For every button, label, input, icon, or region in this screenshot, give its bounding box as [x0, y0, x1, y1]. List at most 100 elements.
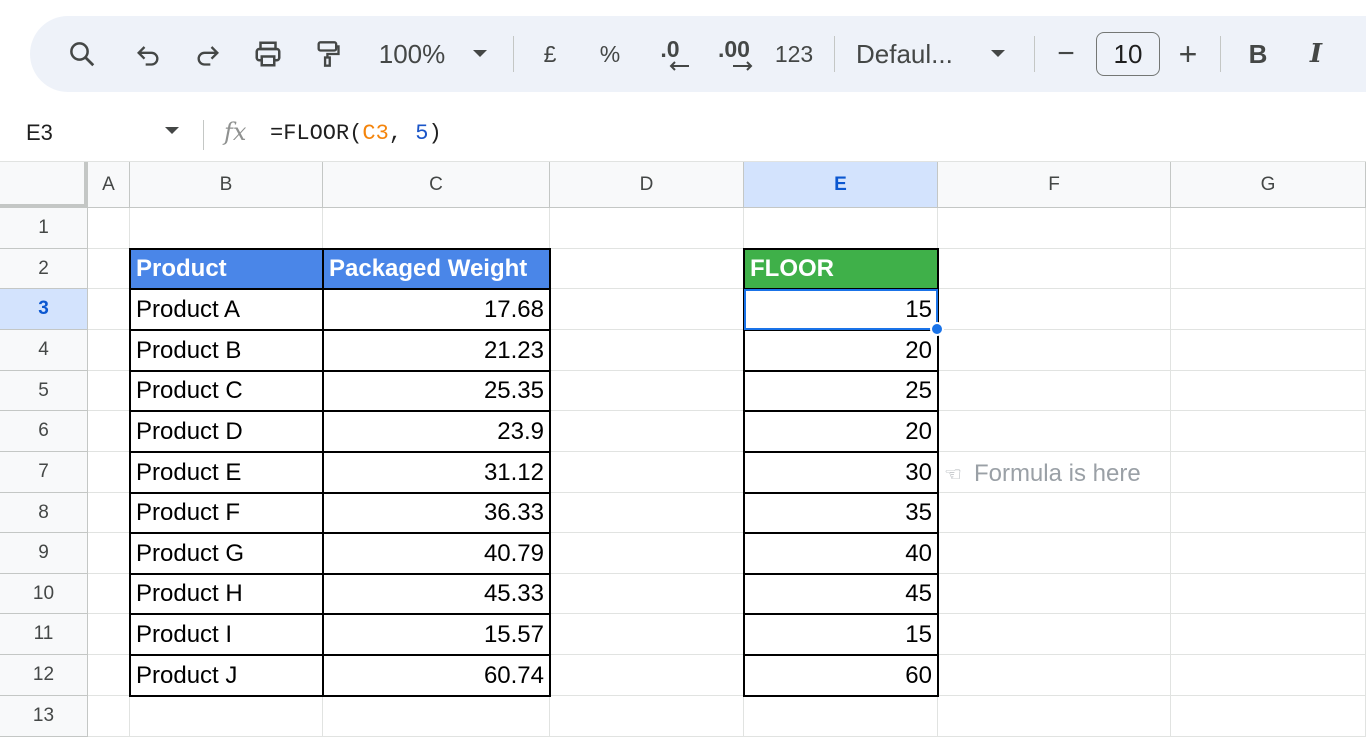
zoom-select[interactable]: 100% — [370, 16, 454, 92]
cell-e5[interactable]: 25 — [744, 371, 938, 411]
product-table-border-h — [129, 613, 551, 615]
toolbar-divider — [1220, 36, 1221, 72]
row-header-2[interactable]: 2 — [0, 249, 88, 289]
percent-format-button[interactable]: % — [590, 16, 630, 92]
cell-e9[interactable]: 40 — [744, 533, 938, 574]
floor-table-border-h — [743, 492, 939, 494]
row-header-7[interactable]: 7 — [0, 452, 88, 493]
select-all-corner[interactable] — [0, 162, 88, 208]
zoom-dropdown[interactable] — [466, 16, 494, 92]
search-menus-button[interactable] — [60, 16, 104, 92]
undo-button[interactable] — [126, 16, 170, 92]
currency-format-button[interactable]: £ — [530, 16, 570, 92]
cell-b7[interactable]: Product E — [130, 452, 323, 493]
italic-button[interactable]: I — [1294, 16, 1338, 92]
cell-e2-header[interactable]: FLOOR — [744, 249, 938, 289]
floor-table-border-h — [743, 451, 939, 453]
italic-icon: I — [1309, 39, 1323, 69]
row-header-4[interactable]: 4 — [0, 330, 88, 371]
column-header-d[interactable]: D — [550, 162, 744, 208]
font-size-input[interactable]: 10 — [1096, 32, 1160, 76]
formula-input[interactable]: =FLOOR(C3, 5) — [270, 121, 442, 146]
floor-table-border-h — [743, 410, 939, 412]
cell-b6[interactable]: Product D — [130, 411, 323, 452]
fill-handle[interactable] — [930, 322, 944, 336]
font-dropdown[interactable] — [984, 16, 1012, 92]
row-header-13[interactable]: 13 — [0, 696, 88, 737]
cell-b9[interactable]: Product G — [130, 533, 323, 574]
column-header-g[interactable]: G — [1171, 162, 1366, 208]
cell-e11[interactable]: 15 — [744, 614, 938, 655]
row-header-3[interactable]: 3 — [0, 289, 88, 330]
search-icon — [70, 42, 95, 67]
formula-reference: C3 — [362, 121, 389, 146]
font-label: Defaul... — [856, 38, 953, 69]
redo-button[interactable] — [186, 16, 230, 92]
row-header-9[interactable]: 9 — [0, 533, 88, 574]
cell-c7[interactable]: 31.12 — [323, 452, 550, 493]
row-header-8[interactable]: 8 — [0, 493, 88, 533]
cell-e7[interactable]: 30 — [744, 452, 938, 493]
increase-decimal-button[interactable]: .00 — [706, 16, 762, 92]
decrease-decimal-button[interactable]: .0 — [646, 16, 694, 92]
spreadsheet-grid: ABCDEFG 1 2 3 4 5 6 7 8 9 10 11 12 13 Product Package… — [0, 162, 1366, 737]
cell-c6[interactable]: 23.9 — [323, 411, 550, 452]
column-header-c[interactable]: C — [323, 162, 550, 208]
font-select[interactable]: Defaul... — [856, 16, 968, 92]
row-header-5[interactable]: 5 — [0, 371, 88, 411]
product-table-border-v — [322, 248, 324, 697]
column-header-a[interactable]: A — [88, 162, 130, 208]
cell-b8[interactable]: Product F — [130, 493, 323, 533]
increase-font-size-button[interactable]: + — [1166, 16, 1210, 92]
cell-c10[interactable]: 45.33 — [323, 574, 550, 614]
formula-function: =FLOOR( — [270, 121, 363, 146]
cell-e8[interactable]: 35 — [744, 493, 938, 533]
toolbar-divider — [1034, 36, 1035, 72]
row-header-10[interactable]: 10 — [0, 574, 88, 614]
paint-format-button[interactable] — [306, 16, 350, 92]
cell-c12[interactable]: 60.74 — [323, 655, 550, 696]
cell-e6[interactable]: 20 — [744, 411, 938, 452]
cell-e4[interactable]: 20 — [744, 330, 938, 371]
row-header-12[interactable]: 12 — [0, 655, 88, 696]
chevron-down-icon — [473, 50, 487, 57]
cell-b2-header[interactable]: Product — [130, 249, 323, 289]
decrease-font-size-button[interactable]: − — [1044, 16, 1088, 92]
bold-button[interactable]: B — [1236, 16, 1280, 92]
chevron-down-icon — [991, 50, 1005, 57]
column-header-e[interactable]: E — [744, 162, 938, 208]
floor-table-border-h — [743, 288, 939, 290]
toolbar-divider — [513, 36, 514, 72]
chevron-down-icon[interactable] — [164, 126, 180, 136]
cell-c11[interactable]: 15.57 — [323, 614, 550, 655]
row-header-11[interactable]: 11 — [0, 614, 88, 655]
more-formats-button[interactable]: 123 — [770, 16, 818, 92]
column-header-f[interactable]: F — [938, 162, 1171, 208]
cell-e10[interactable]: 45 — [744, 574, 938, 614]
cell-b3[interactable]: Product A — [130, 289, 323, 330]
cell-b4[interactable]: Product B — [130, 330, 323, 371]
zoom-value: 100% — [378, 38, 446, 69]
cell-c9[interactable]: 40.79 — [323, 533, 550, 574]
cell-e12[interactable]: 60 — [744, 655, 938, 696]
cell-b12[interactable]: Product J — [130, 655, 323, 696]
decrease-decimal-label: .0 — [660, 35, 680, 62]
row-header-6[interactable]: 6 — [0, 411, 88, 452]
paint-format-icon — [317, 41, 340, 67]
cell-b5[interactable]: Product C — [130, 371, 323, 411]
cell-c5[interactable]: 25.35 — [323, 371, 550, 411]
cell-c2-header[interactable]: Packaged Weight — [323, 249, 550, 289]
more-formats-label: 123 — [774, 40, 814, 67]
cell-c3[interactable]: 17.68 — [323, 289, 550, 330]
print-button[interactable] — [246, 16, 290, 92]
cell-b10[interactable]: Product H — [130, 574, 323, 614]
cell-b11[interactable]: Product I — [130, 614, 323, 655]
name-box[interactable]: E3 — [26, 120, 53, 146]
column-header-b[interactable]: B — [130, 162, 323, 208]
cell-c4[interactable]: 21.23 — [323, 330, 550, 371]
cell-e3[interactable]: 15 — [744, 289, 938, 330]
increase-decimal-label: .00 — [718, 35, 750, 62]
floor-table-border-h — [743, 573, 939, 575]
row-header-1[interactable]: 1 — [0, 208, 88, 249]
cell-c8[interactable]: 36.33 — [323, 493, 550, 533]
